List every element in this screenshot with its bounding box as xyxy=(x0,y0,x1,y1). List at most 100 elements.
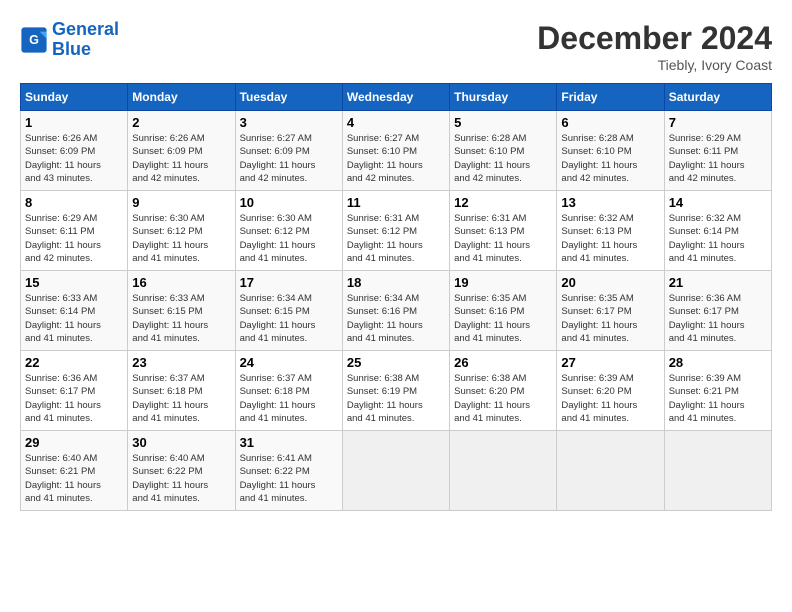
day-info: Sunrise: 6:39 AMSunset: 6:21 PMDaylight:… xyxy=(669,372,767,425)
day-info: Sunrise: 6:26 AMSunset: 6:09 PMDaylight:… xyxy=(132,132,230,185)
calendar-cell: 4 Sunrise: 6:27 AMSunset: 6:10 PMDaylight… xyxy=(342,111,449,191)
day-number: 28 xyxy=(669,355,767,370)
weekday-header-cell: Sunday xyxy=(21,84,128,111)
calendar-cell: 28 Sunrise: 6:39 AMSunset: 6:21 PMDayligh… xyxy=(664,351,771,431)
calendar-cell: 19 Sunrise: 6:35 AMSunset: 6:16 PMDayligh… xyxy=(450,271,557,351)
day-info: Sunrise: 6:40 AMSunset: 6:22 PMDaylight:… xyxy=(132,452,230,505)
day-info: Sunrise: 6:28 AMSunset: 6:10 PMDaylight:… xyxy=(561,132,659,185)
day-number: 27 xyxy=(561,355,659,370)
day-number: 8 xyxy=(25,195,123,210)
calendar-cell: 3 Sunrise: 6:27 AMSunset: 6:09 PMDaylight… xyxy=(235,111,342,191)
day-number: 13 xyxy=(561,195,659,210)
calendar-cell: 27 Sunrise: 6:39 AMSunset: 6:20 PMDayligh… xyxy=(557,351,664,431)
day-number: 3 xyxy=(240,115,338,130)
day-info: Sunrise: 6:31 AMSunset: 6:12 PMDaylight:… xyxy=(347,212,445,265)
day-info: Sunrise: 6:34 AMSunset: 6:15 PMDaylight:… xyxy=(240,292,338,345)
day-info: Sunrise: 6:34 AMSunset: 6:16 PMDaylight:… xyxy=(347,292,445,345)
logo-text: General Blue xyxy=(52,20,119,60)
calendar-row: 8 Sunrise: 6:29 AMSunset: 6:11 PMDaylight… xyxy=(21,191,772,271)
day-info: Sunrise: 6:36 AMSunset: 6:17 PMDaylight:… xyxy=(25,372,123,425)
calendar-cell: 17 Sunrise: 6:34 AMSunset: 6:15 PMDayligh… xyxy=(235,271,342,351)
calendar-cell: 11 Sunrise: 6:31 AMSunset: 6:12 PMDayligh… xyxy=(342,191,449,271)
title-area: December 2024 Tiebly, Ivory Coast xyxy=(537,20,772,73)
day-info: Sunrise: 6:35 AMSunset: 6:17 PMDaylight:… xyxy=(561,292,659,345)
calendar-cell: 2Sunrise: 6:26 AMSunset: 6:09 PMDaylight… xyxy=(128,111,235,191)
day-number: 19 xyxy=(454,275,552,290)
calendar-cell: 20Sunrise: 6:35 AMSunset: 6:17 PMDayligh… xyxy=(557,271,664,351)
day-info: Sunrise: 6:41 AMSunset: 6:22 PMDaylight:… xyxy=(240,452,338,505)
calendar-cell: 31 Sunrise: 6:41 AMSunset: 6:22 PMDayligh… xyxy=(235,431,342,511)
calendar-cell: 10Sunrise: 6:30 AMSunset: 6:12 PMDayligh… xyxy=(235,191,342,271)
weekday-header-row: SundayMondayTuesdayWednesdayThursdayFrid… xyxy=(21,84,772,111)
day-number: 26 xyxy=(454,355,552,370)
calendar-cell: 18 Sunrise: 6:34 AMSunset: 6:16 PMDayligh… xyxy=(342,271,449,351)
day-info: Sunrise: 6:29 AMSunset: 6:11 PMDaylight:… xyxy=(669,132,767,185)
day-number: 14 xyxy=(669,195,767,210)
calendar-cell: 12 Sunrise: 6:31 AMSunset: 6:13 PMDayligh… xyxy=(450,191,557,271)
day-number: 22 xyxy=(25,355,123,370)
weekday-header-cell: Saturday xyxy=(664,84,771,111)
day-info: Sunrise: 6:30 AMSunset: 6:12 PMDaylight:… xyxy=(240,212,338,265)
day-info: Sunrise: 6:37 AMSunset: 6:18 PMDaylight:… xyxy=(240,372,338,425)
calendar-cell: 8 Sunrise: 6:29 AMSunset: 6:11 PMDaylight… xyxy=(21,191,128,271)
day-info: Sunrise: 6:35 AMSunset: 6:16 PMDaylight:… xyxy=(454,292,552,345)
day-number: 1 xyxy=(25,115,123,130)
day-info: Sunrise: 6:39 AMSunset: 6:20 PMDaylight:… xyxy=(561,372,659,425)
calendar-row: 29 Sunrise: 6:40 AMSunset: 6:21 PMDayligh… xyxy=(21,431,772,511)
logo-blue: Blue xyxy=(52,39,91,59)
day-number: 29 xyxy=(25,435,123,450)
day-info: Sunrise: 6:27 AMSunset: 6:09 PMDaylight:… xyxy=(240,132,338,185)
calendar-cell: 6 Sunrise: 6:28 AMSunset: 6:10 PMDaylight… xyxy=(557,111,664,191)
day-number: 6 xyxy=(561,115,659,130)
day-number: 21 xyxy=(669,275,767,290)
calendar-cell xyxy=(664,431,771,511)
calendar-cell: 7 Sunrise: 6:29 AMSunset: 6:11 PMDaylight… xyxy=(664,111,771,191)
logo-general: General xyxy=(52,19,119,39)
day-number: 30 xyxy=(132,435,230,450)
calendar-cell: 15 Sunrise: 6:33 AMSunset: 6:14 PMDayligh… xyxy=(21,271,128,351)
day-number: 18 xyxy=(347,275,445,290)
calendar-cell: 5 Sunrise: 6:28 AMSunset: 6:10 PMDaylight… xyxy=(450,111,557,191)
calendar-cell: 29 Sunrise: 6:40 AMSunset: 6:21 PMDayligh… xyxy=(21,431,128,511)
svg-text:G: G xyxy=(29,33,39,47)
day-info: Sunrise: 6:31 AMSunset: 6:13 PMDaylight:… xyxy=(454,212,552,265)
calendar-cell: 26Sunrise: 6:38 AMSunset: 6:20 PMDayligh… xyxy=(450,351,557,431)
day-number: 9 xyxy=(132,195,230,210)
day-info: Sunrise: 6:29 AMSunset: 6:11 PMDaylight:… xyxy=(25,212,123,265)
calendar-cell: 23Sunrise: 6:37 AMSunset: 6:18 PMDayligh… xyxy=(128,351,235,431)
calendar-row: 1 Sunrise: 6:26 AMSunset: 6:09 PMDaylight… xyxy=(21,111,772,191)
day-info: Sunrise: 6:27 AMSunset: 6:10 PMDaylight:… xyxy=(347,132,445,185)
day-number: 12 xyxy=(454,195,552,210)
calendar-row: 22 Sunrise: 6:36 AMSunset: 6:17 PMDayligh… xyxy=(21,351,772,431)
calendar-cell: 16 Sunrise: 6:33 AMSunset: 6:15 PMDayligh… xyxy=(128,271,235,351)
calendar-row: 15 Sunrise: 6:33 AMSunset: 6:14 PMDayligh… xyxy=(21,271,772,351)
day-number: 31 xyxy=(240,435,338,450)
header: G General Blue December 2024 Tiebly, Ivo… xyxy=(20,20,772,73)
calendar-cell xyxy=(342,431,449,511)
day-number: 11 xyxy=(347,195,445,210)
day-number: 4 xyxy=(347,115,445,130)
calendar-cell: 30 Sunrise: 6:40 AMSunset: 6:22 PMDayligh… xyxy=(128,431,235,511)
calendar-cell xyxy=(557,431,664,511)
weekday-header-cell: Tuesday xyxy=(235,84,342,111)
weekday-header-cell: Friday xyxy=(557,84,664,111)
day-number: 16 xyxy=(132,275,230,290)
weekday-header-cell: Wednesday xyxy=(342,84,449,111)
logo-icon: G xyxy=(20,26,48,54)
day-info: Sunrise: 6:33 AMSunset: 6:15 PMDaylight:… xyxy=(132,292,230,345)
day-info: Sunrise: 6:40 AMSunset: 6:21 PMDaylight:… xyxy=(25,452,123,505)
day-number: 7 xyxy=(669,115,767,130)
day-info: Sunrise: 6:33 AMSunset: 6:14 PMDaylight:… xyxy=(25,292,123,345)
day-info: Sunrise: 6:28 AMSunset: 6:10 PMDaylight:… xyxy=(454,132,552,185)
calendar-cell: 13Sunrise: 6:32 AMSunset: 6:13 PMDayligh… xyxy=(557,191,664,271)
calendar-cell: 21Sunrise: 6:36 AMSunset: 6:17 PMDayligh… xyxy=(664,271,771,351)
day-info: Sunrise: 6:30 AMSunset: 6:12 PMDaylight:… xyxy=(132,212,230,265)
day-number: 15 xyxy=(25,275,123,290)
calendar-cell: 22 Sunrise: 6:36 AMSunset: 6:17 PMDayligh… xyxy=(21,351,128,431)
calendar-cell: 24Sunrise: 6:37 AMSunset: 6:18 PMDayligh… xyxy=(235,351,342,431)
day-info: Sunrise: 6:32 AMSunset: 6:14 PMDaylight:… xyxy=(669,212,767,265)
day-number: 17 xyxy=(240,275,338,290)
day-info: Sunrise: 6:26 AMSunset: 6:09 PMDaylight:… xyxy=(25,132,123,185)
day-number: 5 xyxy=(454,115,552,130)
day-number: 23 xyxy=(132,355,230,370)
